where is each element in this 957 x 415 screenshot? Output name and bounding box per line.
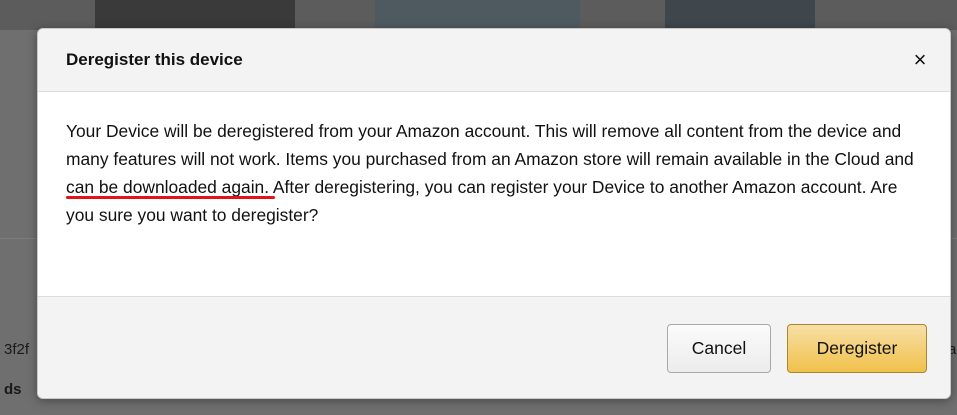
- cancel-button[interactable]: Cancel: [667, 324, 771, 373]
- deregister-button[interactable]: Deregister: [787, 324, 927, 373]
- background-thumbnail: [95, 0, 295, 28]
- message-text-start: Your Device will be deregistered from yo…: [66, 121, 914, 169]
- close-icon[interactable]: ×: [908, 48, 932, 72]
- background-text-fragment: ds: [4, 381, 22, 398]
- dialog-footer: Cancel Deregister: [38, 297, 950, 398]
- deregister-dialog: Deregister this device × Your Device wil…: [37, 28, 951, 399]
- background-thumbnail: [375, 0, 580, 28]
- dialog-header: Deregister this device ×: [38, 29, 950, 92]
- dialog-message: Your Device will be deregistered from yo…: [66, 117, 920, 229]
- highlighted-phrase-text: can be downloaded again.: [66, 177, 270, 197]
- highlighted-phrase: can be downloaded again.: [66, 177, 276, 199]
- dialog-body: Your Device will be deregistered from yo…: [38, 92, 950, 297]
- background-text-fragment: 3f2f: [4, 341, 30, 358]
- background-thumbnail-strip: [0, 0, 957, 30]
- red-underline-annotation: [66, 196, 276, 199]
- background-thumbnail: [665, 0, 815, 28]
- dialog-title: Deregister this device: [66, 50, 243, 69]
